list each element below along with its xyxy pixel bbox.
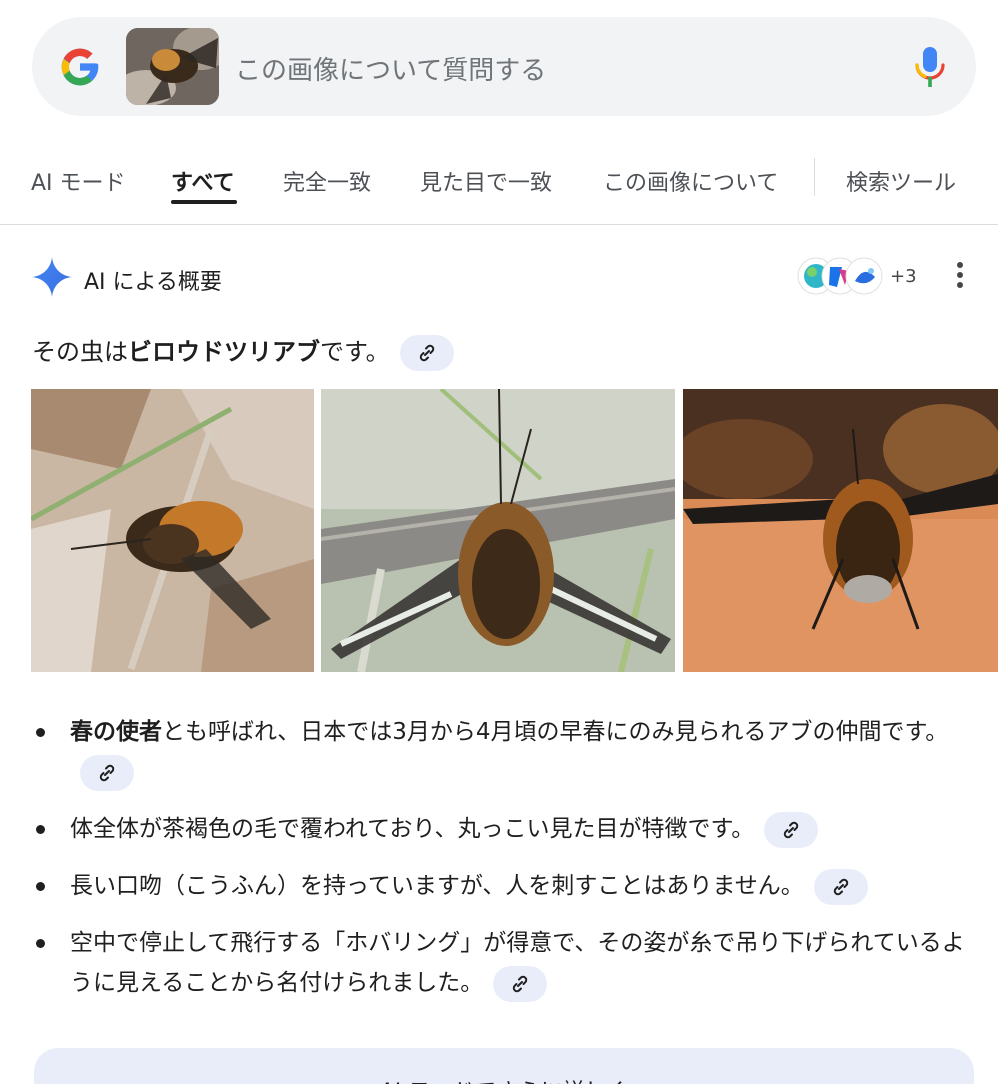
microphone-icon[interactable]: [914, 46, 946, 88]
link-icon: [784, 821, 799, 838]
list-item: 春の使者とも呼ばれ、日本では3月から4月頃の早春にのみ見られるアブの仲間です。: [32, 712, 977, 792]
ai-mode-more-label: AI モードでさらに詳しく: [34, 1074, 974, 1084]
result-image-1[interactable]: [31, 389, 314, 672]
tab-about-this-image[interactable]: この画像について: [603, 165, 778, 197]
answer-species: ビロウドツリアブ: [128, 338, 320, 366]
ai-overview-title: AI による概要: [84, 270, 222, 295]
bullet-text: 体全体が茶褐色の毛で覆われており、丸っこい見た目が特徴です。: [70, 816, 755, 842]
search-tabs: AI モード すべて 完全一致 見た目で一致 この画像について 検索ツール: [0, 150, 998, 225]
link-icon: [99, 764, 115, 781]
more-options-icon[interactable]: [940, 262, 980, 292]
answer-prefix: その虫は: [32, 338, 128, 366]
tab-visual-matches[interactable]: 見た目で一致: [420, 165, 552, 197]
google-g-icon[interactable]: [58, 45, 102, 89]
ai-answer: その虫はビロウドツリアブです。: [32, 332, 454, 371]
active-tab-indicator: [171, 200, 237, 204]
list-item: 長い口吻（こうふん）を持っていますが、人を刺すことはありません。: [32, 866, 977, 906]
source-link-chip[interactable]: [399, 335, 454, 371]
source-link-chip[interactable]: [764, 811, 819, 848]
search-input[interactable]: この画像について質問する: [235, 50, 546, 87]
source-link-chip[interactable]: [493, 965, 548, 1002]
link-icon: [833, 878, 848, 895]
tab-exact-match[interactable]: 完全一致: [283, 165, 371, 197]
list-item: 空中で停止して飛行する「ホバリング」が得意で、その姿が糸で吊り下げられているよう…: [32, 923, 977, 1003]
link-icon: [513, 975, 528, 992]
link-icon: [419, 344, 434, 362]
answer-suffix: です。: [320, 338, 390, 366]
source-count[interactable]: +3: [890, 266, 917, 287]
tab-divider: [814, 158, 815, 196]
query-image-thumbnail[interactable]: [126, 28, 219, 105]
result-image-3[interactable]: [683, 389, 998, 672]
result-image-2[interactable]: [321, 389, 675, 672]
tab-search-tools[interactable]: 検索ツール: [846, 165, 956, 197]
tab-all[interactable]: すべて: [171, 165, 235, 197]
ai-overview-bullets: 春の使者とも呼ばれ、日本では3月から4月頃の早春にのみ見られるアブの仲間です。 …: [32, 712, 977, 1020]
bullet-text: 長い口吻（こうふん）を持っていますが、人を刺すことはありません。: [70, 873, 804, 899]
source-avatars[interactable]: [797, 257, 887, 295]
ai-mode-more-button[interactable]: AI モードでさらに詳しく: [34, 1048, 974, 1084]
tab-ai-mode[interactable]: AI モード: [31, 165, 126, 197]
source-link-chip[interactable]: [813, 868, 868, 905]
bullet-bold-term: 春の使者: [70, 719, 162, 745]
source-link-chip[interactable]: [80, 754, 134, 791]
list-item: 体全体が茶褐色の毛で覆われており、丸っこい見た目が特徴です。: [32, 809, 977, 849]
bullet-text: とも呼ばれ、日本では3月から4月頃の早春にのみ見られるアブの仲間です。: [162, 719, 949, 745]
ai-sparkle-icon: [32, 257, 72, 297]
